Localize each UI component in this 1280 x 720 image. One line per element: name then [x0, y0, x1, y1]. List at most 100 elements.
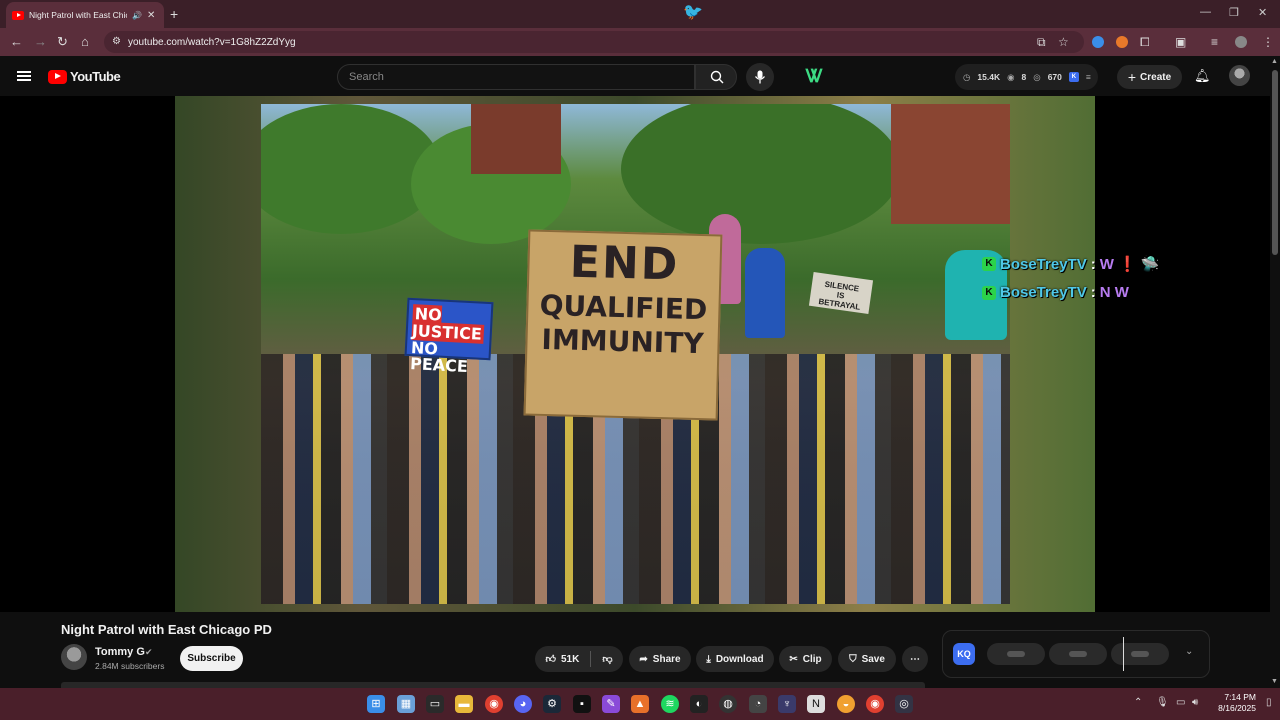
tray-chevron-icon[interactable]: ⌃ — [1134, 697, 1142, 708]
clock-icon: ◷ — [963, 71, 971, 82]
extensions-puzzle-icon[interactable]: ⧠ — [1140, 35, 1150, 50]
silence-sign: SILENCE IS BETRAYAL — [808, 271, 874, 315]
like-icon[interactable]: 👍︎ — [546, 653, 556, 665]
url-text: youtube.com/watch?v=1G8hZ2ZdYyg — [128, 36, 296, 48]
chevron-down-icon[interactable]: ⌄ — [1185, 646, 1193, 657]
clip-label: Clip — [802, 653, 822, 665]
youtube-favicon-icon — [12, 10, 24, 20]
download-icon: ⤓ — [706, 653, 711, 665]
scrollbar-thumb[interactable] — [1272, 70, 1278, 255]
voice-search-button[interactable] — [746, 63, 774, 91]
live-stats-widget[interactable]: ◷ 15.4K ◉ 8 ◎ 670 K ≡ — [955, 64, 1098, 90]
building — [891, 104, 1010, 224]
app-icon[interactable]: ◔ — [749, 695, 767, 713]
chat-username: BoseTreyTV — [1000, 284, 1087, 301]
home-icon[interactable]: ⌂ — [81, 34, 89, 49]
nvidia-icon[interactable]: ◐ — [690, 695, 708, 713]
url-field[interactable]: ⚙ youtube.com/watch?v=1G8hZ2ZdYyg — [104, 31, 1084, 53]
share-button[interactable]: ➦ Share — [629, 646, 691, 672]
photos-icon[interactable]: ▦ — [397, 695, 415, 713]
terminal-icon[interactable]: ▭ — [426, 695, 444, 713]
chat-colon: : — [1090, 255, 1096, 273]
tray-volume-icon[interactable]: 🔊︎ — [1192, 697, 1198, 708]
forward-icon[interactable]: → — [34, 34, 47, 49]
verified-icon: ✔ — [145, 647, 153, 657]
install-icon[interactable]: ⧉ — [1037, 35, 1046, 50]
blue-fist-sign — [745, 248, 785, 338]
hamburger-menu-icon[interactable] — [17, 71, 31, 81]
tray-mic-icon[interactable]: 🎙︎ — [1156, 697, 1169, 708]
close-window-icon[interactable]: ✕ — [1258, 6, 1267, 19]
extension-option[interactable] — [1111, 643, 1169, 665]
new-tab-button[interactable]: + — [170, 6, 178, 22]
chrome-active-icon[interactable]: ◉ — [866, 695, 884, 713]
back-icon[interactable]: ← — [10, 34, 23, 49]
split-view-icon[interactable]: ▣ — [1175, 35, 1186, 49]
plus-icon: + — [1127, 69, 1137, 85]
divider — [590, 651, 592, 667]
sign-big-line3: IMMUNITY — [541, 322, 705, 361]
audio-icon[interactable]: 🔊 — [132, 11, 142, 20]
maximize-icon[interactable]: ❐ — [1229, 6, 1239, 19]
minimize-icon[interactable]: — — [1200, 6, 1211, 18]
download-button[interactable]: ⤓ Download — [696, 646, 774, 672]
list-icon[interactable]: ≡ — [1086, 72, 1091, 82]
like-count[interactable]: 51K — [561, 654, 579, 665]
file-explorer-icon[interactable]: ▬ — [455, 695, 473, 713]
video-frame[interactable]: NO JUSTICE NO PEACE END QUALIFIED IMMUNI… — [261, 104, 1010, 604]
tray-notification-icon[interactable]: ▯ — [1266, 697, 1272, 708]
tray-network-icon[interactable]: ▭ — [1176, 697, 1185, 708]
kq-extension-icon[interactable]: KQ — [953, 643, 975, 665]
profile-icon[interactable] — [1235, 36, 1247, 48]
app-icon[interactable]: ♆ — [778, 695, 796, 713]
extension-orange-icon[interactable] — [1116, 36, 1128, 48]
channel-name[interactable]: Tommy G — [95, 646, 145, 658]
taskbar-clock[interactable]: 7:14 PM 8/16/2025 — [1208, 692, 1256, 714]
more-actions-button[interactable]: ⋯ — [902, 646, 928, 672]
extension-blue-icon[interactable] — [1092, 36, 1104, 48]
app-icon[interactable]: ◎ — [895, 695, 913, 713]
scroll-up-icon[interactable]: ▲ — [1271, 58, 1278, 65]
channel-avatar[interactable] — [61, 644, 87, 670]
save-button[interactable]: ⛉ Save — [838, 646, 896, 672]
clock-time: 7:14 PM — [1224, 692, 1256, 702]
dislike-icon[interactable]: 👎︎ — [602, 653, 612, 665]
clip-button[interactable]: ✂ Clip — [779, 646, 832, 672]
search-input[interactable]: Search — [337, 64, 695, 90]
steam-icon[interactable]: ⚙ — [543, 695, 561, 713]
tab-close-icon[interactable]: ✕ — [147, 10, 155, 21]
mic-icon — [754, 70, 766, 84]
reload-icon[interactable]: ↻ — [57, 34, 68, 50]
browser-tab[interactable]: Night Patrol with East Chicag 🔊 ✕ — [6, 2, 164, 28]
scroll-down-icon[interactable]: ▼ — [1271, 678, 1278, 685]
feather-app-icon[interactable]: ✎ — [602, 695, 620, 713]
kick-badge-icon: K — [982, 285, 996, 300]
channel-w-logo-icon[interactable]: Ꮤ — [806, 66, 823, 87]
save-label: Save — [861, 653, 885, 665]
extension-option[interactable] — [987, 643, 1045, 665]
app-dark-icon[interactable]: ▪ — [573, 695, 591, 713]
reading-list-icon[interactable]: ≡ — [1211, 35, 1218, 49]
eye-icon: ◉ — [1007, 71, 1015, 82]
youtube-logo-text: YouTube — [70, 69, 121, 84]
discord-icon[interactable]: ◕ — [514, 695, 532, 713]
app-icon[interactable]: ◒ — [837, 695, 855, 713]
kick-badge-icon: K — [982, 257, 996, 271]
site-info-icon[interactable]: ⚙ — [112, 36, 121, 47]
sign-big-line2: QUALIFIED — [539, 288, 708, 327]
bell-icon[interactable]: 🔔︎ — [1194, 68, 1211, 84]
extension-option[interactable] — [1049, 643, 1107, 665]
browser-menu-icon[interactable]: ⋮ — [1262, 35, 1274, 49]
youtube-logo[interactable]: YouTube — [48, 69, 121, 84]
subscribe-button[interactable]: Subscribe — [180, 646, 243, 671]
search-button[interactable] — [695, 64, 737, 90]
notion-icon[interactable]: N — [807, 695, 825, 713]
obs-icon[interactable]: ◍ — [719, 695, 737, 713]
start-windows-icon[interactable]: ⊞ — [367, 695, 385, 713]
spotify-icon[interactable]: ≋ — [661, 695, 679, 713]
chrome-icon[interactable]: ◉ — [485, 695, 503, 713]
create-button[interactable]: + Create — [1117, 65, 1182, 89]
bookmark-star-icon[interactable]: ☆ — [1058, 35, 1069, 49]
vlc-icon[interactable]: ▲ — [631, 695, 649, 713]
account-avatar[interactable] — [1229, 65, 1250, 86]
